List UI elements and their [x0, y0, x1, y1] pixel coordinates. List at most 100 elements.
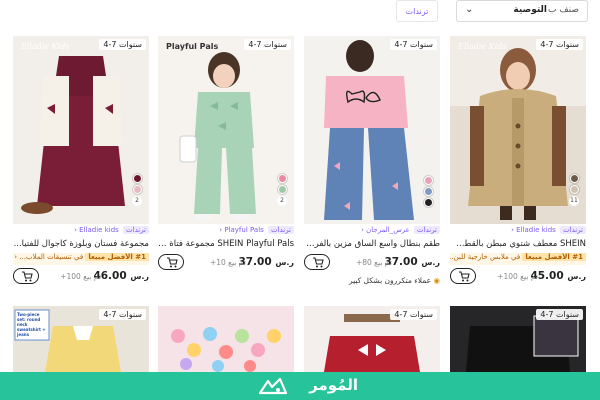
- store-link[interactable]: عرس_المرجان: [366, 226, 410, 234]
- repeat-customers-text: عملاء متكررون بشكل كبير: [348, 276, 432, 285]
- product-image[interactable]: 4-7 سنوات: [304, 36, 440, 224]
- price-row: 45.00 ر.س تم بيع 100+: [450, 268, 586, 286]
- product-card[interactable]: [158, 306, 294, 372]
- product-photo: [158, 36, 294, 224]
- age-badge: 4-7 سنوات: [99, 309, 146, 320]
- sold-count: تم بيع 100+: [60, 272, 101, 281]
- product-card[interactable]: 4-7 سنوات: [450, 306, 586, 372]
- chevron-left-icon: ‹: [74, 226, 77, 234]
- product-title[interactable]: SHEIN معطف شتوي مبطن بالقطن ل...: [450, 239, 586, 249]
- product-photo: [13, 36, 149, 224]
- repeat-customers-note: ◉ عملاء متكررون بشكل كبير: [304, 276, 440, 285]
- cart-icon: [22, 271, 33, 282]
- cart-icon: [167, 257, 178, 268]
- product-image[interactable]: Elladie Kids 4-7 سنوات 2: [13, 36, 149, 224]
- chevron-down-icon: ⌄: [465, 4, 474, 15]
- chevron-left-icon: ‹: [511, 226, 514, 234]
- tags-row: ترندات Playful Pals ‹: [158, 226, 294, 238]
- product-title[interactable]: مجموعة فستان وبلوزة كاجوال للفتيا...: [13, 239, 149, 249]
- trend-tag: ترندات: [414, 226, 440, 234]
- product-image[interactable]: Two-piece set: round neck sweatshirt + j…: [13, 306, 149, 372]
- store-link[interactable]: Playful Pals: [224, 226, 263, 234]
- swatch-count[interactable]: 11: [569, 196, 579, 206]
- color-swatch[interactable]: [277, 174, 287, 183]
- best-seller-row[interactable]: #1 الأفضل مبيعاً في تنسيقات الملاب... ‹: [13, 253, 149, 265]
- product-card[interactable]: Playful Pals 4-7 سنوات 2 ترندات Playful …: [158, 36, 294, 290]
- product-image[interactable]: Elladie Kids 4-7 سنوات 11: [450, 36, 586, 224]
- product-image[interactable]: [158, 306, 294, 372]
- product-card[interactable]: 4-7 سنوات ترندات عرس_المرجان ‹ طقم بنطال…: [304, 36, 440, 290]
- tab-trends[interactable]: ترندات: [396, 0, 438, 22]
- store-link[interactable]: Elladie kids: [516, 226, 556, 234]
- product-card[interactable]: Two-piece set: round neck sweatshirt + j…: [13, 306, 149, 372]
- color-swatch[interactable]: [423, 176, 433, 185]
- add-to-cart-button[interactable]: [13, 268, 39, 284]
- currency: ر.س: [421, 258, 440, 267]
- price: 37.00 ر.س: [384, 256, 440, 268]
- best-seller-tag: #1 الأفضل مبيعاً: [85, 253, 149, 261]
- color-swatch[interactable]: [423, 187, 433, 196]
- brand-mark-icon: [258, 377, 288, 395]
- sold-count: تم بيع 100+: [497, 272, 538, 281]
- color-swatches: 2: [131, 174, 143, 206]
- color-swatch[interactable]: [132, 185, 142, 194]
- product-card[interactable]: 4-7 سنوات: [304, 306, 440, 372]
- brand-logo: Elladie Kids: [458, 42, 507, 51]
- product-photo: [158, 306, 294, 372]
- medal-icon: ◉: [433, 276, 440, 285]
- tags-row: ترندات Elladie kids ‹: [450, 226, 586, 238]
- tab-trends-label: ترندات: [405, 7, 429, 16]
- color-swatches: [422, 176, 434, 207]
- product-title[interactable]: SHEIN Playful Pals مجموعة فتاة شي...: [158, 239, 294, 249]
- sort-dropdown[interactable]: صنف ب التوصية ⌄: [456, 0, 588, 22]
- age-badge: 4-7 سنوات: [99, 39, 146, 50]
- color-swatch[interactable]: [277, 185, 287, 194]
- store-link[interactable]: Elladie kids: [79, 226, 119, 234]
- brand-logo: Playful Pals: [166, 42, 219, 51]
- add-to-cart-button[interactable]: [304, 254, 330, 270]
- tags-row: ترندات Elladie kids ‹: [13, 226, 149, 238]
- color-swatches: 2: [276, 174, 288, 206]
- product-image[interactable]: 4-7 سنوات: [304, 306, 440, 372]
- brand-footer: المُومر: [0, 372, 600, 400]
- chevron-left-icon: ‹: [361, 226, 364, 234]
- add-to-cart-button[interactable]: [450, 268, 476, 284]
- swatch-count[interactable]: 2: [132, 196, 142, 206]
- best-seller-category: في ملابس خارجية للبن...: [450, 253, 521, 261]
- swatch-count[interactable]: 2: [277, 196, 287, 206]
- currency: ر.س: [567, 272, 586, 281]
- currency: ر.س: [275, 258, 294, 267]
- chevron-left-icon: ‹: [14, 253, 18, 261]
- sort-value: التوصية: [513, 5, 547, 15]
- price: 45.00 ر.س: [530, 270, 586, 282]
- cart-icon: [459, 271, 470, 282]
- trend-tag: ترندات: [560, 226, 586, 234]
- best-seller-row[interactable]: #1 الأفضل مبيعاً في ملابس خارجية للبن...…: [450, 253, 586, 265]
- brand-name: المُومر: [309, 376, 358, 394]
- age-badge: 4-7 سنوات: [536, 309, 583, 320]
- age-badge: 4-7 سنوات: [390, 39, 437, 50]
- product-image[interactable]: 4-7 سنوات: [450, 306, 586, 372]
- color-swatch[interactable]: [132, 174, 142, 183]
- sold-count: تم بيع 80+: [355, 258, 392, 267]
- age-badge: 4-7 سنوات: [390, 309, 437, 320]
- trend-tag: ترندات: [123, 226, 149, 234]
- color-swatches: 11: [568, 174, 580, 206]
- price-row: 46.00 ر.س تم بيع 100+: [13, 268, 149, 286]
- price-row: 37.00 ر.س تم بيع 80+: [304, 254, 440, 272]
- best-seller-tag: #1 الأفضل مبيعاً: [522, 253, 586, 261]
- product-card[interactable]: Elladie Kids 4-7 سنوات 11 ترندات Elladie…: [450, 36, 586, 290]
- product-photo: [450, 36, 586, 224]
- price: 46.00 ر.س: [93, 270, 149, 282]
- product-image[interactable]: Playful Pals 4-7 سنوات 2: [158, 36, 294, 224]
- color-swatch[interactable]: [569, 185, 579, 194]
- cart-icon: [313, 257, 324, 268]
- product-title[interactable]: طقم بنطال واسع الساق مزين بالفراش...: [304, 239, 440, 249]
- add-to-cart-button[interactable]: [158, 254, 184, 270]
- chevron-left-icon: ‹: [219, 226, 223, 234]
- product-photo: [304, 36, 440, 224]
- color-swatch[interactable]: [423, 198, 433, 207]
- color-swatch[interactable]: [569, 174, 579, 183]
- trend-tag: ترندات: [268, 226, 294, 234]
- product-card[interactable]: Elladie Kids 4-7 سنوات 2 ترندات Elladie …: [13, 36, 149, 290]
